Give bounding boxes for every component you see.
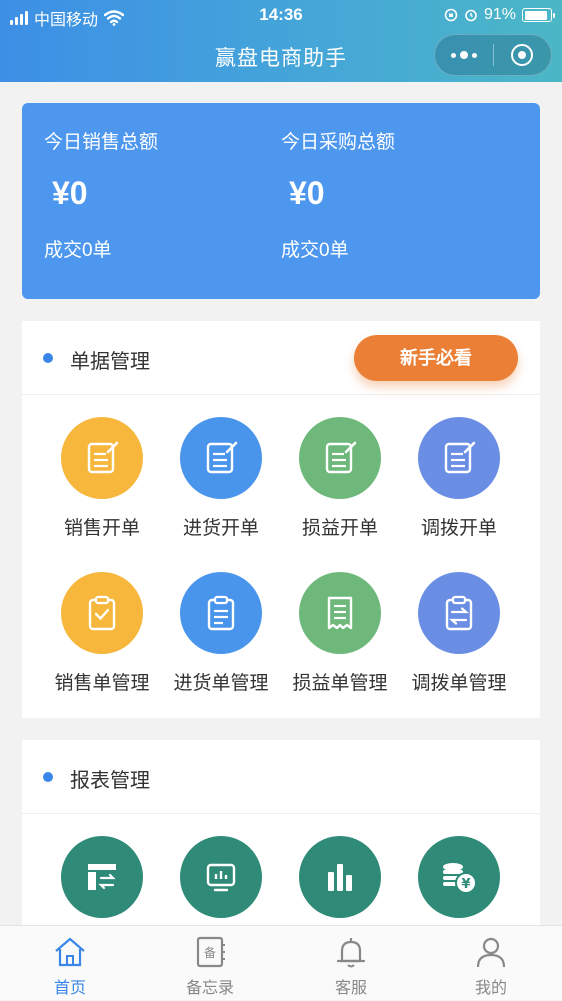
document-management-header: 单据管理 新手必看 xyxy=(22,321,540,395)
bottom-tab-bar: 首页 备 备忘录 客服 我的 xyxy=(0,925,562,1000)
tab-customer-service[interactable]: 客服 xyxy=(281,926,421,1001)
tab-label: 客服 xyxy=(334,980,367,997)
close-miniapp-icon[interactable] xyxy=(493,35,551,75)
section-dot xyxy=(43,772,53,782)
memo-icon: 备 xyxy=(196,936,225,968)
mini-program-capsule xyxy=(434,34,552,76)
home-icon xyxy=(55,937,85,967)
section-title: 报表管理 xyxy=(70,770,150,792)
tab-label: 我的 xyxy=(474,980,507,997)
report-table-icon xyxy=(61,836,143,918)
tab-label: 首页 xyxy=(53,980,86,997)
document-management-card: 单据管理 新手必看 销售开单 进货开单 损益开单 调拨开单 销售单管理 进货单管… xyxy=(22,321,540,718)
grid-item-label: 调拨开单 xyxy=(420,518,497,539)
report-management-header: 报表管理 xyxy=(22,740,540,814)
receipt-icon xyxy=(299,572,381,654)
alarm-icon xyxy=(465,9,477,22)
orientation-lock-icon xyxy=(444,8,458,22)
tab-home[interactable]: 首页 xyxy=(0,926,140,1001)
user-icon xyxy=(476,937,506,968)
bell-icon xyxy=(336,938,366,968)
sales-total-amount: ¥0 xyxy=(52,175,88,211)
yen-coins-icon: ¥ xyxy=(418,836,500,918)
today-summary-card: 今日销售总额 ¥0 成交0单 今日采购总额 ¥0 成交0单 xyxy=(22,103,540,299)
battery-percent: 91% xyxy=(483,6,516,23)
tab-mine[interactable]: 我的 xyxy=(421,926,561,1001)
more-options-icon[interactable] xyxy=(435,35,493,75)
purchase-deal-count: 成交0单 xyxy=(281,240,349,261)
clipboard-transfer-icon xyxy=(418,572,500,654)
edit-doc-icon xyxy=(180,417,262,499)
beginner-guide-button[interactable]: 新手必看 xyxy=(354,335,518,381)
edit-doc-icon xyxy=(299,417,381,499)
clipboard-list-icon xyxy=(180,572,262,654)
tab-label: 备忘录 xyxy=(185,980,234,997)
clipboard-check-icon xyxy=(61,572,143,654)
section-dot xyxy=(43,353,53,363)
grid-item-label: 调拨单管理 xyxy=(411,673,507,694)
monitor-chart-icon xyxy=(180,836,262,918)
svg-text:备: 备 xyxy=(204,946,216,960)
edit-doc-icon xyxy=(61,417,143,499)
purchase-total-label: 今日采购总额 xyxy=(281,132,396,153)
svg-text:¥: ¥ xyxy=(461,877,470,892)
sales-total-label: 今日销售总额 xyxy=(44,132,159,153)
battery-icon xyxy=(522,8,555,22)
edit-doc-icon xyxy=(418,417,500,499)
purchase-total-amount: ¥0 xyxy=(289,175,325,211)
sales-deal-count: 成交0单 xyxy=(44,240,112,261)
status-right: 91% xyxy=(444,6,555,24)
bar-chart-icon xyxy=(299,836,381,918)
app-header: 中国移动 14:36 91% 赢盘电商助手 xyxy=(0,0,562,82)
tab-memo[interactable]: 备 备忘录 xyxy=(140,926,280,1001)
report-management-card: 报表管理 ¥ xyxy=(22,740,540,940)
status-bar: 中国移动 14:36 91% xyxy=(0,0,562,30)
section-title: 单据管理 xyxy=(70,351,150,373)
